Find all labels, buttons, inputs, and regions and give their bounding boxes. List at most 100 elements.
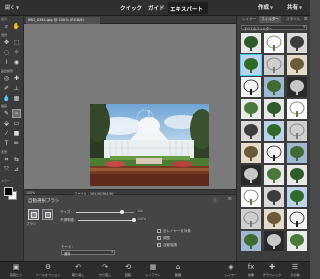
filter-thumbnail[interactable] — [264, 33, 284, 53]
filter-thumbnail[interactable] — [264, 165, 284, 185]
tab-styles[interactable]: スタイル — [286, 17, 300, 22]
filter-thumbnail[interactable] — [241, 187, 261, 207]
blur-tool-icon[interactable]: 💧 — [2, 94, 11, 103]
brush-shape-icon — [31, 212, 37, 218]
filter-thumbnail[interactable] — [287, 165, 307, 185]
pencil-tool-icon[interactable]: ✏ — [12, 139, 21, 148]
adjust-checkbox[interactable] — [157, 235, 161, 240]
more-button[interactable]: ☰ その他 — [280, 263, 310, 279]
quick-selection-tool-icon[interactable]: ⌇ — [2, 58, 11, 67]
create-button[interactable]: 作成▼ — [258, 3, 273, 11]
filter-thumbnail[interactable] — [264, 143, 284, 163]
tree-preview-icon — [267, 168, 281, 183]
filter-thumbnail[interactable] — [264, 99, 284, 119]
size-slider[interactable] — [76, 210, 134, 214]
filter-thumbnail[interactable] — [287, 55, 307, 75]
filter-thumbnail[interactable] — [287, 33, 307, 53]
lasso-tool-icon[interactable]: ◌ — [2, 48, 11, 57]
share-button[interactable]: 共有▼ — [287, 3, 302, 11]
filter-thumbnail[interactable] — [287, 231, 307, 251]
tab-layers[interactable]: レイヤー — [242, 17, 256, 22]
selection-brush-tool-icon[interactable]: ⌁ — [12, 109, 21, 118]
magic-wand-tool-icon[interactable]: ✧ — [12, 48, 21, 57]
tree-preview-icon — [290, 36, 304, 51]
filter-thumbnail[interactable] — [264, 231, 284, 251]
opacity-value[interactable]: 100% — [136, 217, 148, 221]
help-icon[interactable]: ⓘ — [213, 197, 218, 204]
filter-category-select[interactable]: すべてのフィルター ▾ — [241, 25, 307, 31]
top-menu-bar: 開く▼ クイック ガイド エキスパート 作成▼ 共有▼ — [0, 0, 310, 16]
tree-preview-icon — [290, 80, 304, 95]
content-aware-move-tool-icon[interactable]: ⤧ — [2, 165, 11, 174]
add-selection-brush-button[interactable] — [42, 209, 53, 220]
hand-tool-icon[interactable]: ✋ — [12, 22, 21, 31]
tab-filters[interactable]: フィルター — [259, 16, 281, 23]
size-slider-knob[interactable] — [120, 210, 125, 214]
filter-thumbnail[interactable] — [287, 121, 307, 141]
tab-guided[interactable]: ガイド — [148, 4, 165, 12]
sponge-tool-icon[interactable]: ▦ — [12, 94, 21, 103]
recompose-tool-icon[interactable]: ⇆ — [12, 155, 21, 164]
type-tool-icon[interactable]: T — [2, 139, 11, 148]
open-button[interactable]: 開く▼ — [5, 4, 19, 11]
auto-enhance-checkbox[interactable] — [157, 242, 161, 247]
photo-bin-button[interactable]: ▣ 写真ビン — [1, 263, 31, 279]
straighten-tool-icon[interactable]: ⊿ — [12, 165, 21, 174]
marquee-tool-icon[interactable]: ⬚ — [12, 38, 21, 47]
filter-thumbnail[interactable] — [241, 121, 261, 141]
filter-thumbnail[interactable] — [241, 165, 261, 185]
panel-menu-icon[interactable]: ≡ — [228, 196, 232, 202]
blend-mode-select[interactable]: 通常 ▾ — [61, 250, 115, 256]
filter-thumbnail[interactable] — [264, 55, 284, 75]
tab-expert[interactable]: エキスパート — [168, 2, 208, 14]
filter-thumbnail[interactable] — [264, 121, 284, 141]
filter-thumbnail[interactable] — [287, 187, 307, 207]
clone-stamp-tool-icon[interactable]: ⊥ — [12, 84, 21, 93]
eye-tool-icon[interactable]: ◉ — [12, 58, 21, 67]
all-layers-checkbox[interactable] — [157, 229, 161, 233]
filter-thumbnail[interactable] — [264, 77, 284, 97]
filter-thumbnail[interactable] — [241, 33, 261, 53]
photo-image[interactable] — [90, 104, 209, 186]
filter-thumbnail[interactable] — [287, 77, 307, 97]
tool-panel: 表示 ⌕ ✋ 選択 ✥ ⬚ ◌ ✧ ⌇ ◉ 画質調整 ◎ ✚ ✐ ⊥ 💧 ▦ 描… — [0, 16, 24, 261]
spot-healing-tool-icon[interactable]: ✚ — [12, 74, 21, 83]
document-tab[interactable]: IMG_0341.jpg @ 100% (RGB/8) — [26, 17, 100, 24]
new-selection-brush-button[interactable] — [28, 209, 39, 220]
filter-thumbnail[interactable] — [287, 143, 307, 163]
smart-brush-tool-icon[interactable]: ✐ — [2, 84, 11, 93]
adjust-label: 調整 — [163, 236, 170, 240]
organizer-button[interactable]: ⌂ 整理 — [163, 263, 193, 279]
filter-thumbnail[interactable] — [241, 77, 261, 97]
opacity-slider[interactable] — [78, 218, 136, 222]
size-value[interactable]: 100 — [136, 209, 145, 213]
all-layers-label: 全レイヤーを対象 — [163, 229, 191, 233]
filter-thumbnail[interactable] — [264, 187, 284, 207]
filter-thumbnail[interactable] — [264, 209, 284, 229]
panel-menu-icon[interactable]: ≡ — [304, 16, 308, 22]
crop-tool-icon[interactable]: ⌗ — [2, 155, 11, 164]
filter-thumbnail[interactable] — [287, 99, 307, 119]
tool-options-label: ツールオプション — [35, 273, 61, 277]
foreground-color-swatch[interactable] — [4, 187, 13, 196]
paint-bucket-tool-icon[interactable]: ⬙ — [2, 119, 11, 128]
tree-preview-icon — [267, 124, 281, 139]
brush-tool-icon[interactable]: ✎ — [2, 109, 11, 118]
canvas-area[interactable] — [24, 24, 236, 189]
shape-tool-icon[interactable]: ■ — [12, 129, 21, 138]
filter-thumbnail[interactable] — [241, 231, 261, 251]
tree-preview-icon — [266, 57, 282, 73]
tool-options-button[interactable]: ⚙ ツールオプション — [33, 263, 63, 279]
zoom-tool-icon[interactable]: ⌕ — [2, 22, 11, 31]
eyedropper-tool-icon[interactable]: ⁄ — [2, 129, 11, 138]
filter-thumbnail[interactable] — [241, 99, 261, 119]
tab-quick[interactable]: クイック — [120, 4, 142, 12]
filter-thumbnail[interactable] — [241, 143, 261, 163]
move-tool-icon[interactable]: ✥ — [2, 38, 11, 47]
undo-button[interactable]: ↶ 取り消し — [63, 263, 93, 279]
filter-thumbnail[interactable] — [287, 209, 307, 229]
filter-thumbnail[interactable] — [240, 54, 262, 76]
gradient-tool-icon[interactable]: ▭ — [12, 119, 21, 128]
red-eye-tool-icon[interactable]: ◎ — [2, 74, 11, 83]
filter-thumbnail[interactable] — [241, 209, 261, 229]
